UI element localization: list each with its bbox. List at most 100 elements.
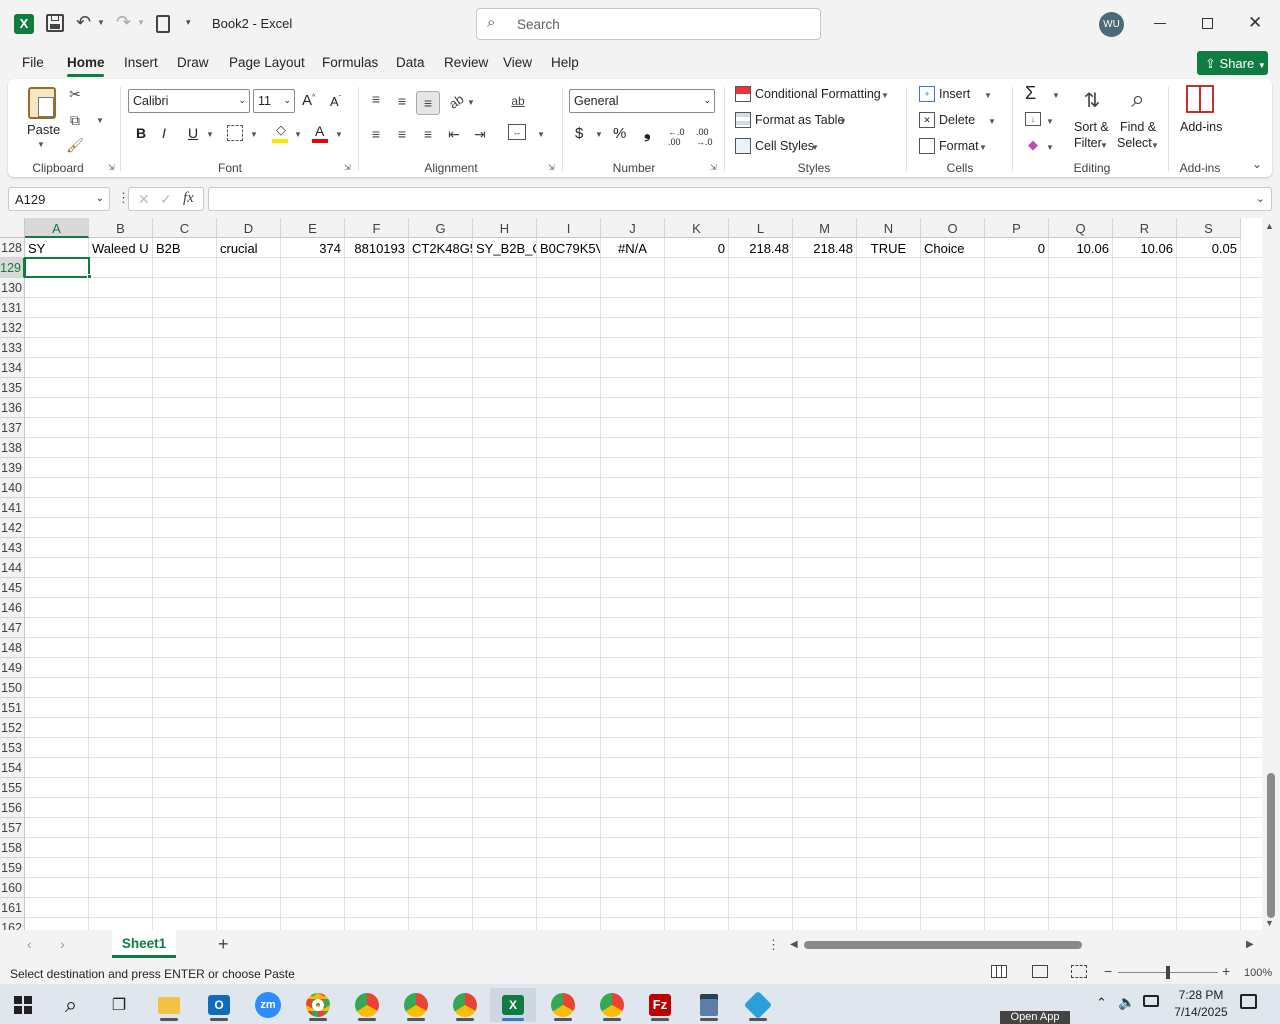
clipboard-launcher-icon[interactable]: ⇲ [108,163,115,172]
zoom-level[interactable]: 100% [1244,967,1272,979]
delete-cells-label[interactable]: Delete [939,113,975,127]
scroll-down-icon[interactable]: ▼ [1265,918,1274,928]
cancel-entry-icon[interactable]: ✕ [138,191,150,208]
underline-button[interactable]: U [188,125,198,141]
orientation-dropdown-icon[interactable]: ▼ [467,98,475,107]
task-view-icon[interactable]: ❐ [100,988,138,1022]
undo-icon[interactable]: ↶ [76,12,91,33]
add-ins-icon[interactable] [1186,85,1214,113]
cell-h128[interactable]: SY_B2B_C [473,238,536,258]
format-as-table-label[interactable]: Format as Table [755,113,844,127]
horizontal-scroll-thumb[interactable] [804,941,1082,949]
collapse-ribbon-icon[interactable]: ⌄ [1252,157,1262,171]
sort-filter-dropdown-icon[interactable]: ▼ [1100,141,1108,150]
increase-font-size-icon[interactable]: A^ [302,92,315,109]
taskbar-search-icon[interactable]: ⌕ [52,988,90,1022]
row-header-145[interactable]: 145 [0,578,25,598]
name-box[interactable]: A129 ⌄ [8,187,110,211]
row-header-131[interactable]: 131 [0,298,25,318]
column-header-b[interactable]: B [89,218,153,238]
row-header-132[interactable]: 132 [0,318,25,338]
row-header-135[interactable]: 135 [0,378,25,398]
paste-dropdown-icon[interactable]: ▼ [37,140,45,149]
autosum-dropdown-icon[interactable]: ▼ [1052,91,1060,100]
expand-formula-bar-icon[interactable]: ⌄ [1256,192,1265,205]
comma-button[interactable]: ❟ [644,123,651,143]
delete-cells-dropdown-icon[interactable]: ▼ [988,117,996,126]
cell-p128[interactable]: 0 [985,238,1048,258]
row-header-143[interactable]: 143 [0,538,25,558]
column-header-q[interactable]: Q [1049,218,1113,238]
add-sheet-icon[interactable]: + [218,934,229,955]
row-header-138[interactable]: 138 [0,438,25,458]
number-launcher-icon[interactable]: ⇲ [710,163,717,172]
row-header-148[interactable]: 148 [0,638,25,658]
app-icon[interactable] [739,988,777,1022]
find-select-dropdown-icon[interactable]: ▼ [1151,141,1159,150]
zoom-slider-thumb[interactable] [1166,966,1170,979]
underline-dropdown-icon[interactable]: ▼ [206,130,214,139]
start-button[interactable] [4,988,42,1022]
cell-r128[interactable]: 10.06 [1113,238,1176,258]
tab-help[interactable]: Help [551,55,579,70]
row-header-162[interactable]: 162 [0,918,25,930]
currency-button[interactable]: $ [575,125,583,142]
page-layout-view-icon[interactable] [1032,965,1048,978]
cell-n128[interactable]: TRUE [857,238,920,258]
increase-indent-icon[interactable]: ⇥ [470,124,490,144]
row-header-133[interactable]: 133 [0,338,25,358]
account-avatar[interactable]: WU [1099,12,1124,37]
font-color-dropdown-icon[interactable]: ▼ [335,130,343,139]
column-header-g[interactable]: G [409,218,473,238]
next-sheet-icon[interactable]: › [60,936,65,952]
insert-cells-icon[interactable]: + [919,86,935,102]
row-header-130[interactable]: 130 [0,278,25,298]
row-header-146[interactable]: 146 [0,598,25,618]
row-header-157[interactable]: 157 [0,818,25,838]
font-color-icon[interactable]: A [315,123,324,139]
number-format-combo[interactable]: General ⌄ [569,89,715,113]
cell-e128[interactable]: 374 [281,238,344,258]
close-icon[interactable]: ✕ [1248,13,1262,33]
alignment-launcher-icon[interactable]: ⇲ [548,163,555,172]
search-box[interactable]: ⌕ Search [476,8,821,40]
undo-dropdown-icon[interactable]: ▼ [97,18,105,27]
column-header-o[interactable]: O [921,218,985,238]
column-header-l[interactable]: L [729,218,793,238]
filezilla-icon[interactable]: Fz [641,988,679,1022]
row-header-137[interactable]: 137 [0,418,25,438]
chrome-profile-3-icon[interactable] [397,988,435,1022]
share-button[interactable]: ⇪ Share ▼ [1197,51,1268,75]
fill-color-icon[interactable]: ◇ [272,122,290,137]
font-size-combo[interactable]: 11 ⌄ [253,89,295,113]
column-header-c[interactable]: C [153,218,217,238]
column-header-s[interactable]: S [1177,218,1241,238]
file-explorer-icon[interactable] [150,988,188,1022]
row-header-153[interactable]: 153 [0,738,25,758]
format-cells-dropdown-icon[interactable]: ▼ [979,143,987,152]
cell-i128[interactable]: B0C79K5V [537,238,600,258]
vertical-scrollbar[interactable]: ▲ ▼ [1262,218,1280,930]
clock-time[interactable]: 7:28 PM [1173,988,1229,1002]
conditional-formatting-dropdown-icon[interactable]: ▼ [881,91,889,100]
volume-muted-icon[interactable]: 🔈 [1118,994,1135,1011]
align-right-icon[interactable]: ≡ [418,124,438,144]
tab-insert[interactable]: Insert [124,55,158,70]
column-header-k[interactable]: K [665,218,729,238]
column-header-f[interactable]: F [345,218,409,238]
excel-taskbar-icon[interactable]: X [490,988,536,1022]
formula-input[interactable]: ⌄ [208,187,1272,211]
borders-dropdown-icon[interactable]: ▼ [250,130,258,139]
show-hidden-icons-icon[interactable]: ⌃ [1096,995,1107,1011]
sort-filter-label-2[interactable]: Filter [1074,136,1102,150]
increase-decimal-icon[interactable]: ←.0.00 [668,127,685,147]
conditional-formatting-icon[interactable] [735,86,751,102]
cell-q128[interactable]: 10.06 [1049,238,1112,258]
sheet-tab-sheet1[interactable]: Sheet1 [112,930,176,958]
decrease-font-size-icon[interactable]: Aˇ [330,94,341,109]
restore-icon[interactable] [1202,18,1213,29]
cell-styles-label[interactable]: Cell Styles [755,139,814,153]
find-select-icon[interactable]: ⌕ [1122,85,1154,115]
row-header-159[interactable]: 159 [0,858,25,878]
worksheet-grid[interactable]: ABCDEFGHIJKLMNOPQRS 128 129 130 131 132 133 13… [0,218,1262,930]
